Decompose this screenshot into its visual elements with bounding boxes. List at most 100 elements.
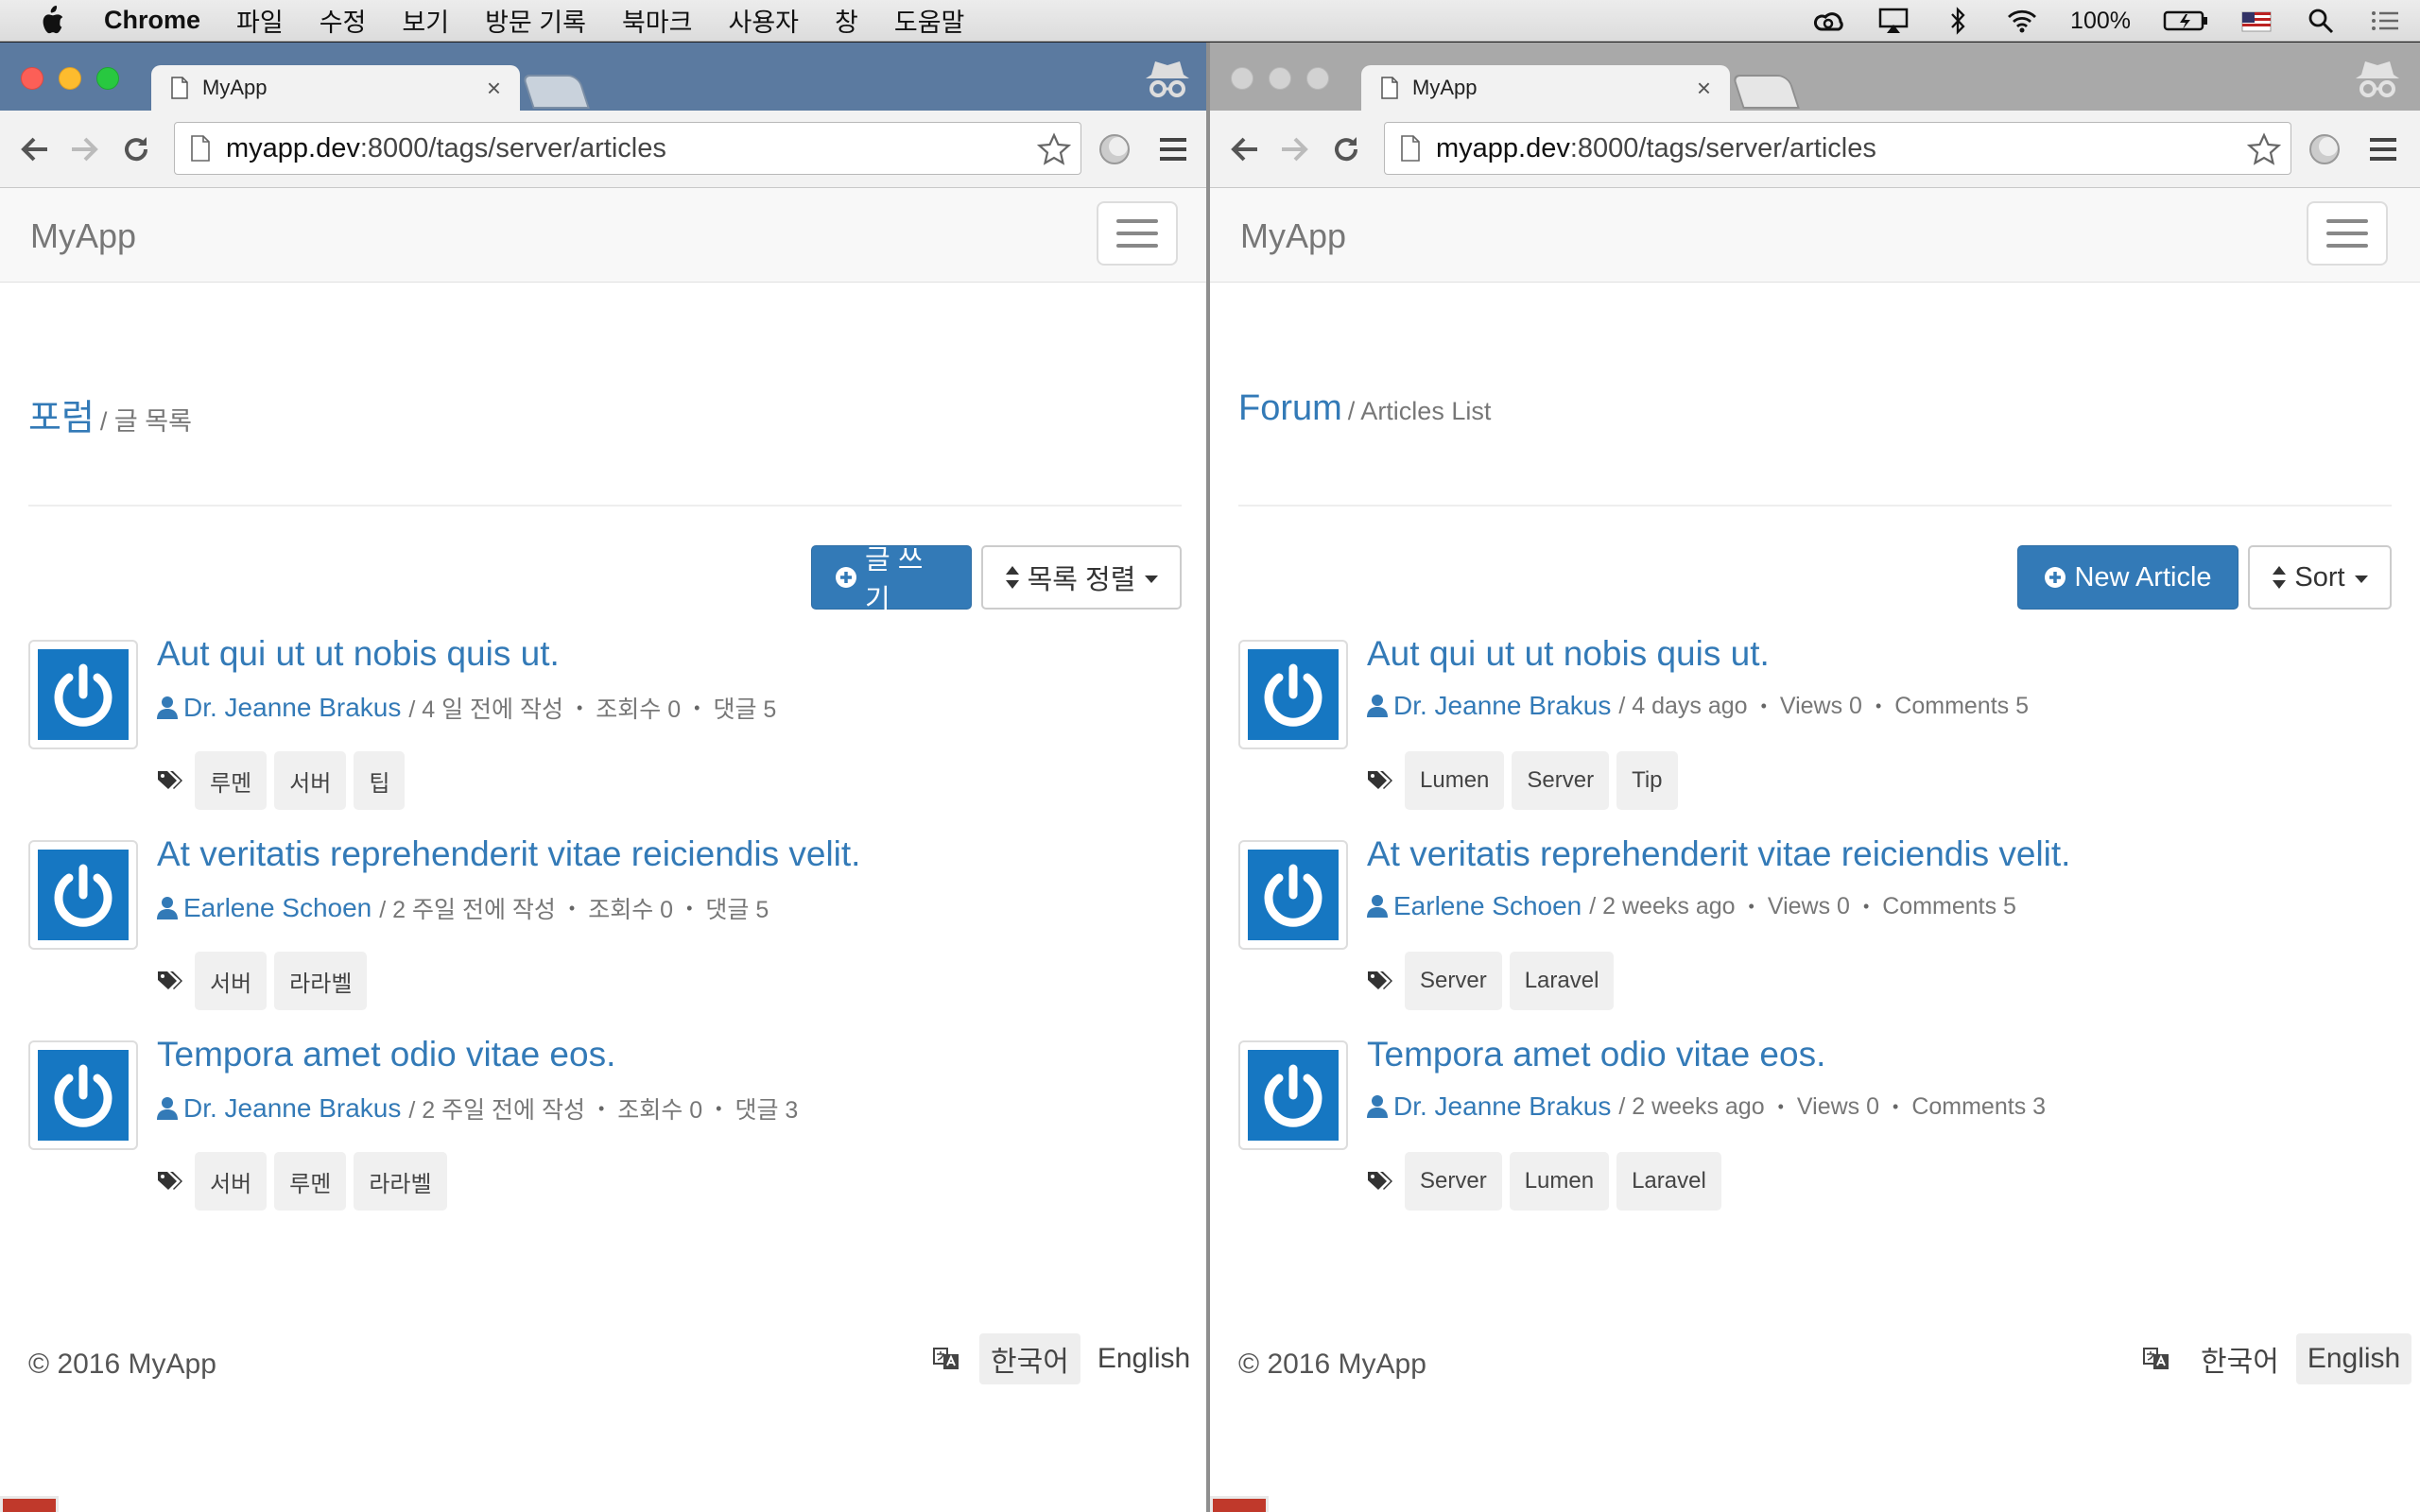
tag-list: Server Laravel [1367, 952, 1621, 1010]
zoom-window-button[interactable] [1306, 67, 1329, 90]
tags-icon [1368, 771, 1392, 789]
new-tab-button[interactable] [1732, 75, 1800, 109]
menu-app-chrome[interactable]: Chrome [104, 6, 200, 35]
lang-korean-option[interactable]: 한국어 [979, 1333, 1080, 1384]
tag-chip[interactable]: Laravel [1509, 952, 1615, 1010]
minimize-window-button[interactable] [59, 67, 81, 90]
bookmark-star-icon[interactable] [1037, 132, 1071, 166]
breadcrumb-forum-link[interactable]: 포럼 [28, 399, 95, 438]
author-link[interactable]: Dr. Jeanne Brakus [183, 1093, 401, 1124]
navbar-toggle-button[interactable] [2307, 201, 2388, 266]
tag-chip[interactable]: 서버 [274, 751, 347, 810]
debugbar-logo-icon[interactable] [1210, 1496, 1269, 1512]
debugbar-logo-icon[interactable] [0, 1496, 59, 1512]
tag-chip[interactable]: Lumen [1509, 1152, 1610, 1211]
bookmark-star-icon[interactable] [2247, 132, 2281, 166]
author-link[interactable]: Dr. Jeanne Brakus [1393, 691, 1611, 721]
notification-center-icon[interactable] [2369, 7, 2401, 35]
menu-window[interactable]: 창 [835, 2, 858, 39]
spotlight-search-icon[interactable] [2305, 7, 2337, 35]
lang-korean-option[interactable]: 한국어 [2189, 1333, 2290, 1384]
separator-dot: • [1875, 696, 1882, 715]
zoom-window-button[interactable] [96, 67, 119, 90]
navbar-brand[interactable]: MyApp [30, 216, 136, 256]
article-title-link[interactable]: Tempora amet odio vitae eos. [1367, 1035, 1825, 1074]
tag-chip[interactable]: 팁 [354, 751, 406, 810]
author-link[interactable]: Dr. Jeanne Brakus [183, 693, 401, 723]
tag-chip[interactable]: 서버 [195, 952, 268, 1010]
forward-arrow-icon [72, 137, 98, 161]
close-window-button[interactable] [21, 67, 43, 90]
tag-chip[interactable]: 루멘 [195, 751, 268, 810]
tab-close-icon[interactable]: × [487, 74, 501, 103]
breadcrumb-forum-link[interactable]: Forum [1238, 388, 1342, 428]
navbar-toggle-button[interactable] [1097, 201, 1178, 266]
back-button[interactable] [17, 132, 51, 166]
sort-dropdown-button[interactable]: 목록 정렬 [981, 545, 1182, 610]
minimize-window-button[interactable] [1269, 67, 1291, 90]
lang-english-option[interactable]: English [1086, 1333, 1201, 1384]
article-item: Tempora amet odio vitae eos. Dr. Jeanne … [1238, 1035, 2392, 1229]
menu-people[interactable]: 사용자 [728, 2, 799, 39]
apple-menu-icon[interactable] [38, 5, 66, 36]
new-article-button[interactable]: New Article [2017, 545, 2238, 610]
tag-chip[interactable]: Server [1512, 751, 1610, 810]
footer-copyright: © 2016 MyApp [28, 1349, 216, 1380]
creative-cloud-icon[interactable] [1813, 7, 1845, 35]
reload-button[interactable] [119, 132, 153, 166]
tag-chip[interactable]: Server [1405, 1152, 1502, 1211]
address-bar[interactable]: myapp.dev:8000/tags/server/articles [174, 122, 1081, 175]
new-article-button[interactable]: 글 쓰기 [811, 545, 972, 615]
airplay-icon[interactable] [1877, 7, 1910, 35]
sort-dropdown-button[interactable]: Sort [2248, 545, 2392, 610]
menu-edit[interactable]: 수정 [320, 2, 367, 39]
wifi-icon[interactable] [2006, 7, 2038, 35]
tab-title: MyApp [1412, 76, 1478, 99]
separator-dot: • [1893, 1096, 1899, 1116]
navbar-brand[interactable]: MyApp [1240, 216, 1346, 256]
lang-english-option[interactable]: English [2295, 1333, 2412, 1384]
bluetooth-icon[interactable] [1942, 7, 1974, 35]
tag-chip[interactable]: 라라벨 [354, 1152, 447, 1211]
menu-view[interactable]: 보기 [402, 2, 449, 39]
article-title-link[interactable]: Tempora amet odio vitae eos. [157, 1035, 615, 1074]
author-link[interactable]: Earlene Schoen [1393, 891, 1582, 921]
forward-button[interactable] [68, 132, 102, 166]
article-meta: Dr. Jeanne Brakus / 4 days ago • Views 0… [1367, 691, 2029, 721]
back-button[interactable] [1227, 132, 1261, 166]
tag-chip[interactable]: 루멘 [274, 1152, 347, 1211]
article-title-link[interactable]: At veritatis reprehenderit vitae reicien… [1367, 834, 2070, 874]
menu-help[interactable]: 도움말 [894, 2, 965, 39]
breadcrumb-current: / Articles List [1347, 397, 1492, 425]
reload-button[interactable] [1329, 132, 1363, 166]
tag-chip[interactable]: 라라벨 [274, 952, 368, 1010]
tab-close-icon[interactable]: × [1697, 74, 1711, 103]
extension-icon[interactable] [1097, 131, 1132, 167]
menu-file[interactable]: 파일 [236, 2, 284, 39]
menu-bookmarks[interactable]: 북마크 [622, 2, 693, 39]
tag-chip[interactable]: Server [1405, 952, 1502, 1010]
chrome-menu-icon[interactable] [1158, 135, 1188, 163]
battery-icon[interactable] [2163, 7, 2208, 35]
menu-history[interactable]: 방문 기록 [485, 2, 586, 39]
tag-chip[interactable]: Laravel [1616, 1152, 1721, 1211]
tag-chip[interactable]: 서버 [195, 1152, 268, 1211]
close-window-button[interactable] [1231, 67, 1253, 90]
us-flag-icon[interactable] [2240, 7, 2273, 35]
article-title-link[interactable]: Aut qui ut ut nobis quis ut. [157, 634, 560, 674]
article-title-link[interactable]: Aut qui ut ut nobis quis ut. [1367, 634, 1770, 674]
browser-tab[interactable]: MyApp × [1361, 65, 1730, 111]
extension-icon[interactable] [2307, 131, 2342, 167]
tag-chip[interactable]: Lumen [1405, 751, 1505, 810]
chrome-menu-icon[interactable] [2368, 135, 2398, 163]
author-link[interactable]: Earlene Schoen [183, 893, 372, 923]
forward-button[interactable] [1278, 132, 1312, 166]
browser-tab[interactable]: MyApp × [151, 65, 520, 111]
author-link[interactable]: Dr. Jeanne Brakus [1393, 1091, 1611, 1122]
article-title-link[interactable]: At veritatis reprehenderit vitae reicien… [157, 834, 860, 874]
tag-chip[interactable]: Tip [1616, 751, 1678, 810]
address-bar[interactable]: myapp.dev:8000/tags/server/articles [1384, 122, 2291, 175]
tags-icon [1368, 971, 1392, 989]
new-tab-button[interactable] [522, 75, 590, 109]
article-date: / 2 주일 전에 작성 [408, 1097, 585, 1124]
